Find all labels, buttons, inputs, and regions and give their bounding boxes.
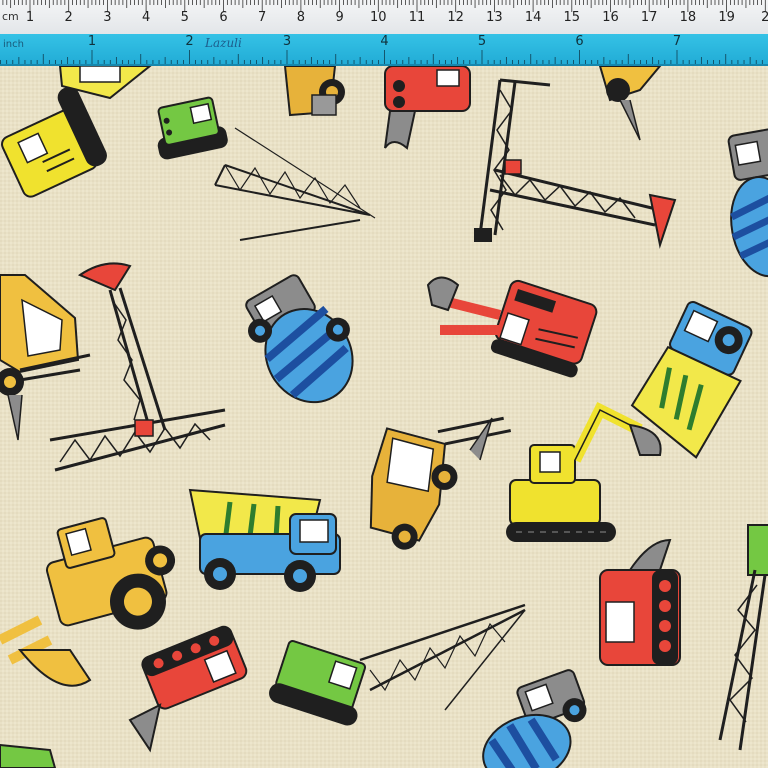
inch-ruler: inch Lazuli 1 2 3 4 5 6 7 — [0, 34, 768, 66]
ruler-brand-text: Lazuli — [205, 36, 242, 50]
inch-tick-label: 6 — [575, 34, 584, 49]
cm-tick-label: 3 — [103, 10, 112, 25]
fabric-pattern-canvas — [0, 66, 768, 768]
cm-tick-label: 6 — [219, 10, 228, 25]
cm-tick-label: 17 — [640, 10, 658, 25]
cm-tick-label: 18 — [679, 10, 697, 25]
inch-tick-label: 7 — [672, 34, 682, 49]
cm-tick-label: 14 — [524, 10, 542, 25]
cm-tick-label: 19 — [718, 10, 735, 25]
cm-tick-label: 13 — [486, 10, 503, 25]
inch-tick-label: 1 — [87, 34, 97, 49]
cm-tick-label: 15 — [563, 10, 581, 25]
inch-tick-label: 3 — [282, 34, 292, 49]
cm-tick-label: 11 — [408, 10, 426, 25]
cm-tick-label: 1 — [25, 10, 35, 25]
inch-tick-label: 4 — [380, 34, 389, 49]
inch-tick-label: 2 — [185, 34, 194, 49]
cm-tick-label: 2 — [761, 10, 768, 25]
cm-tick-label: 16 — [602, 10, 619, 25]
cm-tick-label: 9 — [335, 10, 344, 25]
fabric-pattern — [0, 66, 768, 768]
cm-ruler: cm 1 2 3 4 5 6 7 8 9 10 11 12 13 14 15 16 17 18 19 2 — [0, 0, 768, 35]
cm-tick-label: 2 — [64, 10, 73, 25]
cm-tick-label: 4 — [141, 10, 151, 25]
cm-tick-label: 12 — [447, 10, 464, 25]
cm-tick-label: 8 — [296, 10, 306, 25]
fabric-photo: cm 1 2 3 4 5 6 7 8 9 10 11 12 13 14 15 16 17 18 19 2 inch L… — [0, 0, 768, 768]
cm-tick-label: 10 — [370, 10, 387, 25]
inch-unit-label: inch — [3, 39, 24, 50]
cm-tick-label: 7 — [258, 10, 267, 25]
inch-tick-label: 5 — [477, 34, 487, 49]
cm-tick-label: 5 — [180, 10, 189, 25]
cm-unit-label: cm — [2, 10, 19, 23]
